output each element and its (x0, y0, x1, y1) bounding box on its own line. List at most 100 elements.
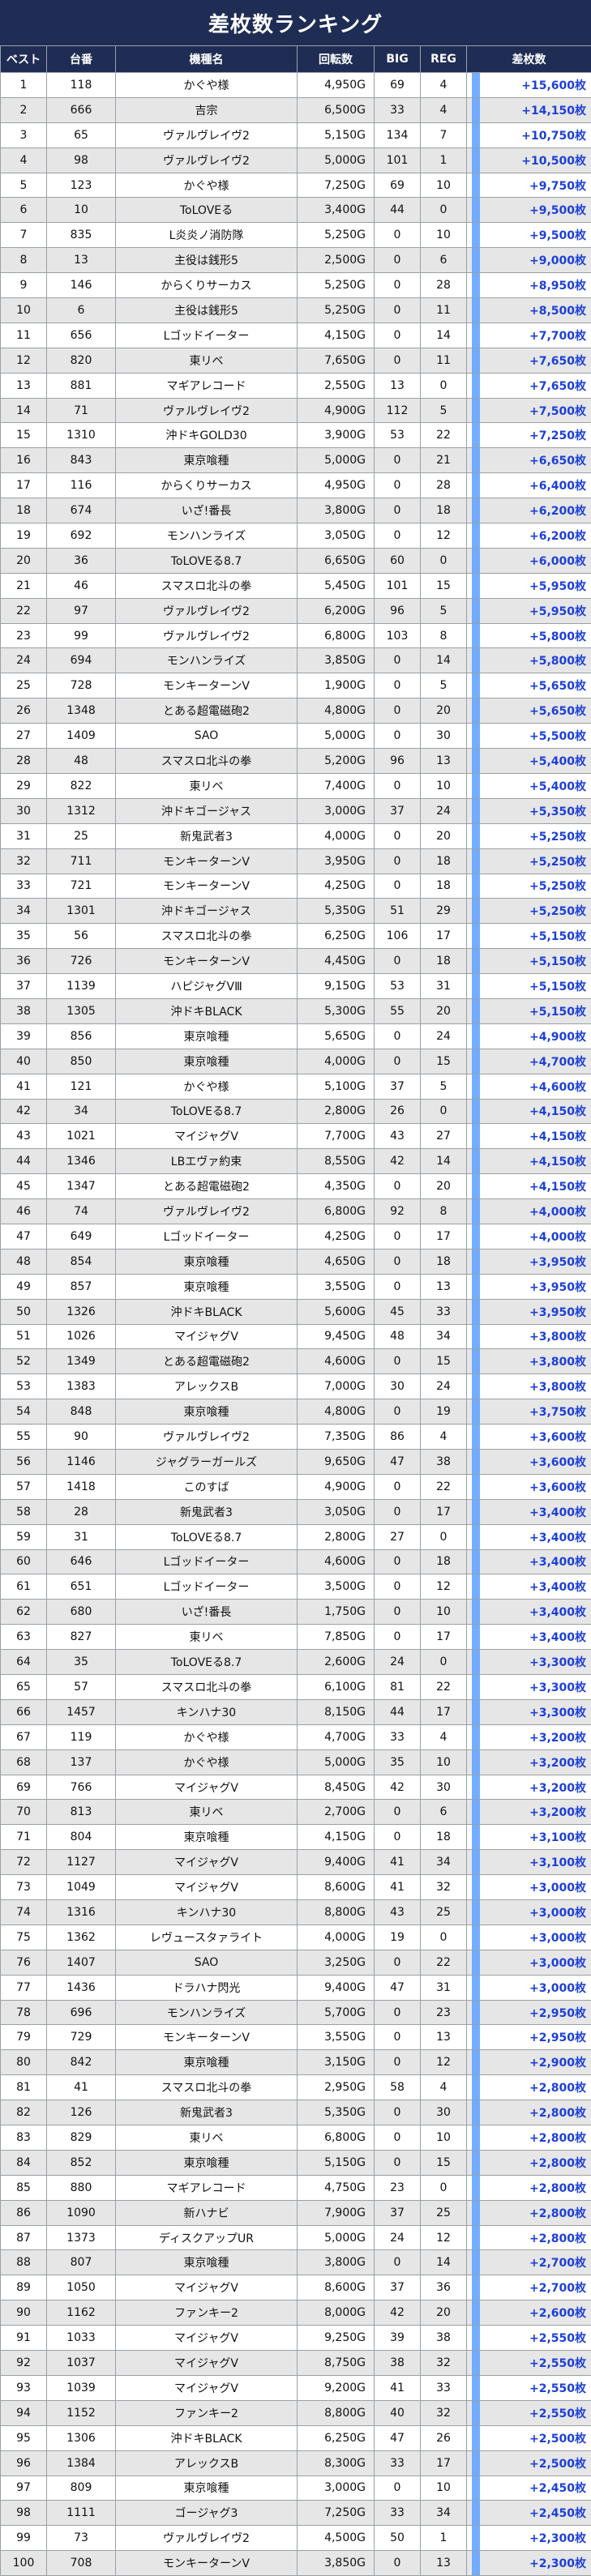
rank-cell: 48 (1, 1249, 47, 1274)
big-cell: 101 (375, 147, 421, 173)
diff-highlight-bar (472, 2125, 480, 2150)
big-cell: 0 (375, 773, 421, 798)
diff-value: +3,950枚 (529, 1306, 586, 1319)
diff-cell: +3,400枚 (467, 1600, 591, 1625)
machine-name-cell: モンキーターンV (116, 2025, 298, 2050)
diff-value: +2,950枚 (529, 2007, 586, 2020)
machine-name-cell: レヴュースタァライト (116, 1925, 298, 1950)
machine-number-cell: 766 (47, 1775, 116, 1800)
rank-cell: 18 (1, 498, 47, 523)
reg-cell: 17 (421, 1699, 467, 1724)
spins-cell: 4,950G (298, 473, 375, 498)
diff-highlight-bar (472, 2100, 480, 2125)
machine-number-cell: 850 (47, 1049, 116, 1074)
diff-value: +2,500枚 (529, 2433, 586, 2446)
big-cell: 0 (375, 273, 421, 298)
big-cell: 0 (375, 448, 421, 473)
diff-highlight-bar (472, 2451, 480, 2476)
diff-highlight-bar (472, 2176, 480, 2200)
diff-value: +2,950枚 (529, 2031, 586, 2044)
machine-name-cell: いざ!番長 (116, 498, 298, 523)
spins-cell: 3,400G (298, 198, 375, 223)
machine-number-cell: 1326 (47, 1299, 116, 1324)
table-row: 4234ToLOVEる8.72,800G260+4,150枚 (1, 1099, 591, 1124)
diff-value: +2,550枚 (529, 2332, 586, 2345)
table-row: 381305沖ドキBLACK5,300G5520+5,150枚 (1, 998, 591, 1023)
diff-highlight-bar (472, 173, 480, 198)
spins-cell: 7,400G (298, 773, 375, 798)
reg-cell: 1 (421, 2526, 467, 2551)
reg-cell: 25 (421, 2200, 467, 2225)
big-cell: 0 (375, 2050, 421, 2075)
diff-value: +5,250枚 (529, 856, 586, 869)
diff-cell: +3,800枚 (467, 1374, 591, 1399)
reg-cell: 32 (421, 2351, 467, 2376)
machine-name-cell: ヴァルヴレイヴ2 (116, 598, 298, 623)
rank-cell: 47 (1, 1224, 47, 1249)
diff-highlight-bar (472, 1149, 480, 1173)
diff-highlight-bar (472, 1199, 480, 1224)
diff-highlight-bar (472, 999, 480, 1023)
diff-highlight-bar (472, 399, 480, 423)
reg-cell: 20 (421, 998, 467, 1023)
machine-number-cell: 126 (47, 2100, 116, 2125)
machine-name-cell: アレックスB (116, 1374, 298, 1399)
diff-value: +3,950枚 (529, 1256, 586, 1269)
big-cell: 24 (375, 1650, 421, 1675)
reg-cell: 4 (421, 2075, 467, 2100)
big-cell: 13 (375, 373, 421, 398)
spins-cell: 3,800G (298, 498, 375, 523)
big-cell: 0 (375, 698, 421, 724)
diff-highlight-bar (472, 423, 480, 447)
big-cell: 39 (375, 2326, 421, 2351)
diff-value: +7,650枚 (529, 355, 586, 368)
machine-number-cell: 48 (47, 749, 116, 774)
diff-value: +9,500枚 (529, 229, 586, 242)
table-row: 2146スマスロ北斗の拳5,450G10115+5,950枚 (1, 573, 591, 598)
big-cell: 0 (375, 1625, 421, 1650)
machine-name-cell: マイジャグV (116, 1850, 298, 1875)
diff-value: +6,000枚 (529, 555, 586, 568)
rank-cell: 63 (1, 1625, 47, 1650)
reg-cell: 18 (421, 498, 467, 523)
machine-name-cell: 沖ドキゴージャス (116, 798, 298, 823)
diff-highlight-bar (472, 1900, 480, 1925)
spins-cell: 8,550G (298, 1149, 375, 1174)
reg-cell: 22 (421, 1474, 467, 1499)
diff-cell: +8,500枚 (467, 298, 591, 323)
diff-value: +5,250枚 (529, 880, 586, 893)
reg-cell: 24 (421, 1023, 467, 1049)
diff-cell: +3,300枚 (467, 1699, 591, 1724)
spins-cell: 4,350G (298, 1174, 375, 1199)
rank-cell: 16 (1, 448, 47, 473)
diff-highlight-bar (472, 2050, 480, 2074)
table-row: 3125新鬼武者34,000G020+5,250枚 (1, 823, 591, 848)
spins-cell: 3,500G (298, 1574, 375, 1600)
machine-name-cell: 主役は銭形5 (116, 248, 298, 273)
table-row: 5590ヴァルヴレイヴ27,350G864+3,600枚 (1, 1425, 591, 1450)
diff-highlight-bar (472, 298, 480, 323)
rank-cell: 65 (1, 1675, 47, 1700)
diff-cell: +2,800枚 (467, 2200, 591, 2225)
reg-cell: 31 (421, 1975, 467, 2000)
machine-name-cell: モンハンライズ (116, 648, 298, 673)
table-row: 71804東京喰種4,150G018+3,100枚 (1, 1825, 591, 1850)
machine-name-cell: とある超電磁砲2 (116, 698, 298, 724)
diff-cell: +3,200枚 (467, 1800, 591, 1825)
diff-cell: +3,200枚 (467, 1775, 591, 1800)
machine-name-cell: モンキーターンV (116, 848, 298, 874)
reg-cell: 15 (421, 1349, 467, 1374)
machine-number-cell: 1162 (47, 2300, 116, 2326)
diff-value: +9,750枚 (529, 180, 586, 193)
rank-cell: 58 (1, 1499, 47, 1524)
machine-number-cell: 1436 (47, 1975, 116, 2000)
table-row: 751362レヴュースタァライト4,000G190+3,000枚 (1, 1925, 591, 1950)
table-row: 721127マイジャグV9,400G4134+3,100枚 (1, 1850, 591, 1875)
diff-cell: +5,150枚 (467, 998, 591, 1023)
diff-cell: +6,650枚 (467, 448, 591, 473)
table-row: 5828新鬼武者33,050G017+3,400枚 (1, 1499, 591, 1524)
table-row: 151310沖ドキGOLD303,900G5322+7,250枚 (1, 423, 591, 448)
machine-number-cell: 1305 (47, 998, 116, 1023)
machine-number-cell: 721 (47, 874, 116, 899)
table-row: 271409SAO5,000G030+5,500枚 (1, 724, 591, 749)
